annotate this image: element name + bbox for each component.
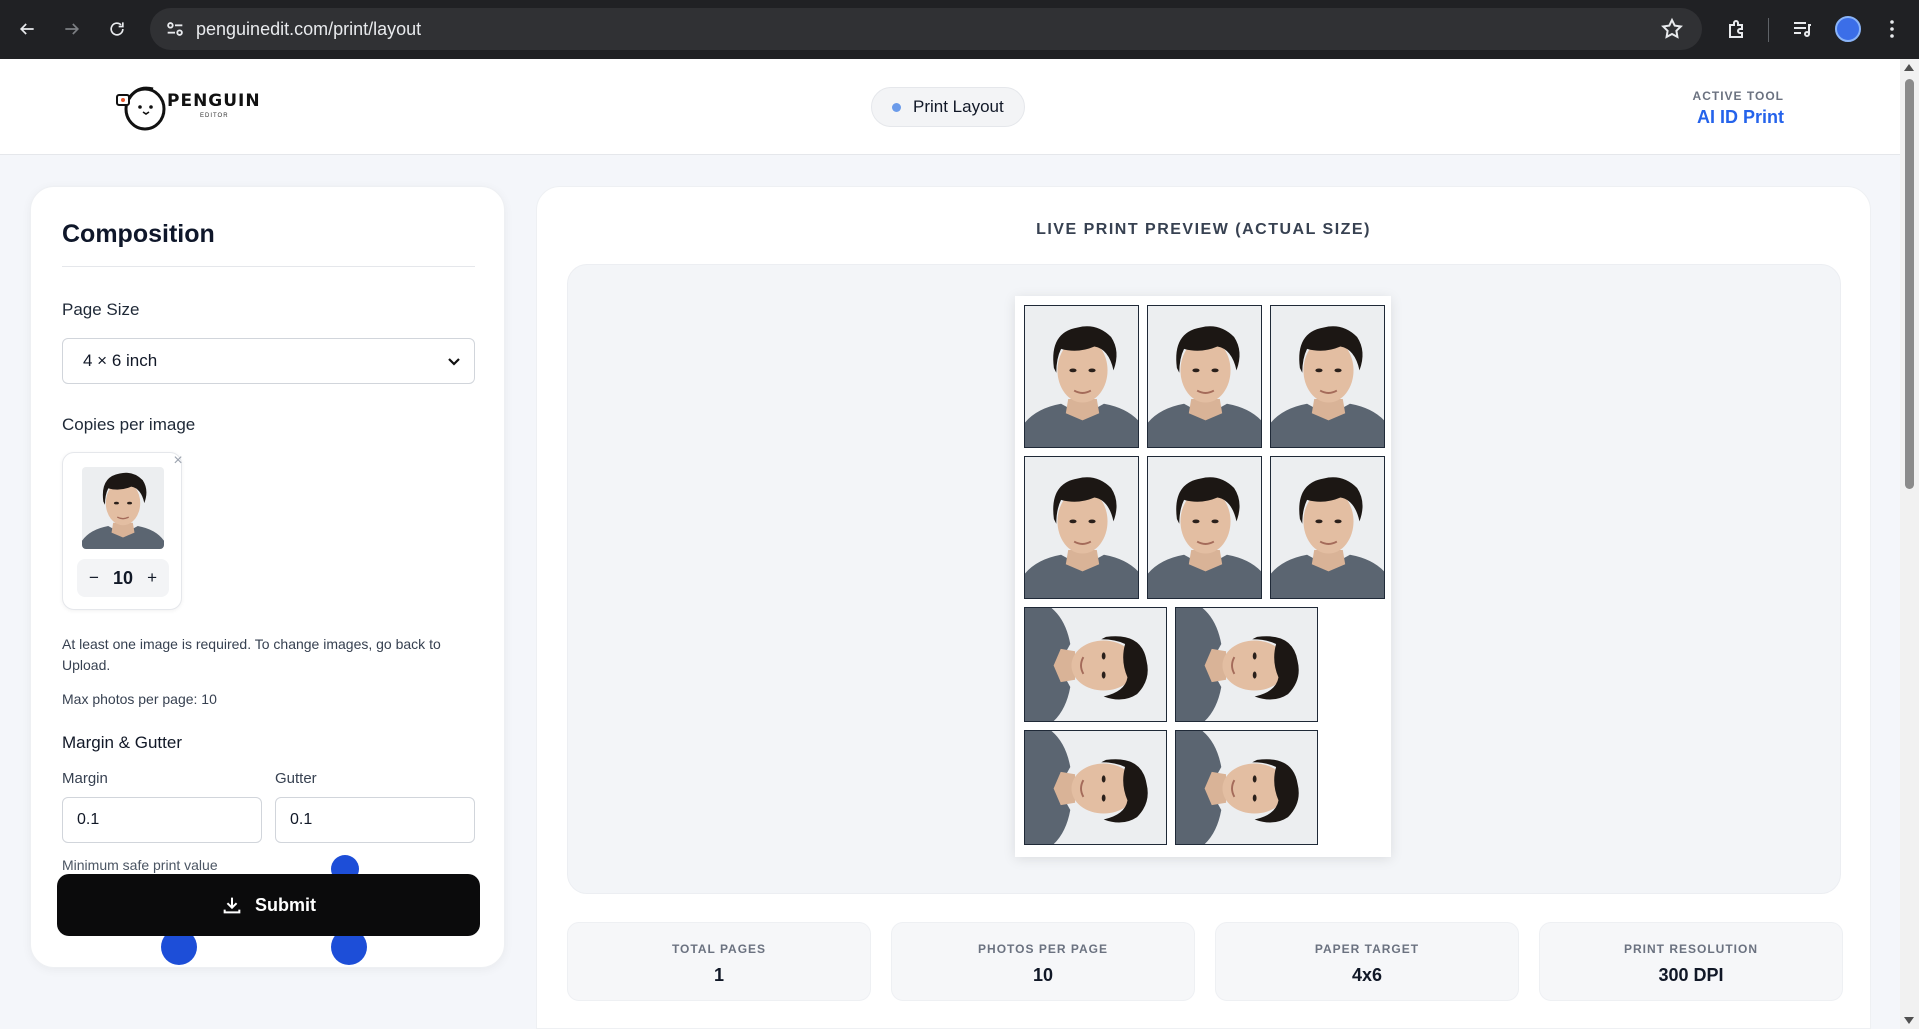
scroll-up-icon[interactable] — [1904, 64, 1914, 71]
print-photo-rotated — [1175, 607, 1318, 722]
scrollbar-thumb[interactable] — [1905, 79, 1914, 489]
stat-label: PAPER TARGET — [1314, 942, 1420, 956]
logo-wordmark: PENGUIN — [167, 91, 261, 111]
remove-image-icon[interactable]: × — [169, 452, 187, 470]
url-text[interactable]: penguinedit.com/print/layout — [196, 19, 421, 40]
print-photo — [1270, 456, 1385, 599]
margin-input[interactable]: 0.1 — [62, 797, 262, 843]
print-photo-rotated — [1024, 730, 1167, 845]
forward-button[interactable] — [55, 12, 89, 46]
max-photos-hint: Max photos per page: 10 — [62, 691, 217, 707]
browser-toolbar: penguinedit.com/print/layout — [0, 0, 1919, 59]
gutter-value: 0.1 — [290, 811, 313, 828]
image-required-hint: At least one image is required. To chang… — [62, 636, 441, 673]
address-bar[interactable]: penguinedit.com/print/layout — [150, 8, 1702, 50]
margin-gutter-title: Margin & Gutter — [62, 733, 182, 752]
preview-title: LIVE PRINT PREVIEW (ACTUAL SIZE) — [1036, 221, 1371, 238]
print-photo-rotated — [1175, 730, 1318, 845]
forward-arrow-icon — [65, 23, 80, 35]
back-arrow-icon — [19, 23, 34, 35]
margin-value: 0.1 — [77, 811, 100, 828]
status-dot-icon — [892, 102, 901, 112]
current-step-pill: Print Layout — [871, 87, 1025, 127]
margin-label: Margin — [62, 770, 108, 787]
print-photo — [1147, 456, 1262, 599]
bookmark-star-icon[interactable] — [1660, 17, 1684, 41]
increment-button[interactable]: + — [147, 568, 157, 588]
stat-value: 10 — [1032, 965, 1054, 985]
submit-label: Submit — [255, 894, 316, 915]
stat-value: 4x6 — [1351, 965, 1383, 985]
stat-label: PRINT RESOLUTION — [1623, 942, 1758, 956]
active-tool-label: ACTIVE TOOL — [1692, 89, 1784, 103]
page-size-select[interactable]: 4 × 6 inch — [62, 338, 475, 384]
current-step-label: Print Layout — [913, 97, 1004, 116]
back-button[interactable] — [10, 12, 44, 46]
puzzle-icon — [1729, 20, 1743, 38]
stat-paper-target: PAPER TARGET 4x6 — [1215, 922, 1519, 1001]
print-photo — [1270, 305, 1385, 448]
active-tool-value[interactable]: AI ID Print — [1693, 107, 1784, 128]
kebab-menu-icon — [1890, 20, 1894, 38]
media-control-button[interactable] — [1790, 17, 1814, 46]
profile-avatar[interactable] — [1835, 16, 1861, 42]
gutter-input[interactable]: 0.1 — [275, 797, 475, 843]
min-safe-hint: Minimum safe print value — [62, 857, 218, 873]
stat-value: 300 DPI — [1658, 965, 1724, 985]
penguin-logo[interactable]: PENGUIN EDITOR — [115, 81, 260, 133]
panel-divider — [62, 266, 475, 267]
stat-label: PHOTOS PER PAGE — [978, 942, 1108, 956]
print-photo — [1024, 456, 1139, 599]
browser-menu-button[interactable] — [1880, 17, 1904, 46]
composition-panel: Composition Page Size 4 × 6 inch Copies … — [30, 186, 505, 968]
page-scrollbar[interactable] — [1900, 59, 1919, 1029]
image-thumbnail — [82, 467, 164, 549]
stat-total-pages: TOTAL PAGES 1 — [567, 922, 871, 1001]
penguin-mascot-icon — [116, 86, 166, 131]
reload-icon — [110, 22, 124, 36]
submit-button[interactable]: Submit — [57, 874, 480, 936]
image-copy-card: − 10 + — [62, 452, 182, 610]
print-photo-rotated — [1024, 607, 1167, 722]
chevron-down-icon — [448, 358, 460, 366]
decrement-button[interactable]: − — [89, 568, 99, 588]
extensions-button[interactable] — [1725, 17, 1749, 46]
page-size-value: 4 × 6 inch — [83, 351, 158, 370]
logo-subtitle: EDITOR — [200, 113, 229, 119]
page-size-label: Page Size — [62, 300, 140, 319]
copies-count: 10 — [112, 567, 134, 588]
scroll-down-icon[interactable] — [1904, 1017, 1914, 1024]
copies-label: Copies per image — [62, 415, 196, 434]
print-photo — [1024, 305, 1139, 448]
site-settings-icon[interactable] — [164, 18, 186, 40]
stat-label: TOTAL PAGES — [671, 942, 767, 956]
stat-photos-per-page: PHOTOS PER PAGE 10 — [891, 922, 1195, 1001]
playlist-icon — [1794, 22, 1811, 37]
download-icon — [223, 897, 241, 914]
reload-button[interactable] — [100, 12, 134, 46]
stat-value: 1 — [713, 965, 724, 985]
app-header: PENGUIN EDITOR Print Layout ACTIVE TOOL … — [0, 59, 1900, 155]
stat-print-resolution: PRINT RESOLUTION 300 DPI — [1539, 922, 1843, 1001]
copies-stepper: − 10 + — [77, 559, 169, 597]
toolbar-separator — [1768, 18, 1769, 42]
active-tool-indicator: ACTIVE TOOL AI ID Print — [1693, 89, 1784, 128]
gutter-label: Gutter — [275, 770, 317, 787]
print-photo — [1147, 305, 1262, 448]
panel-title: Composition — [62, 220, 215, 248]
